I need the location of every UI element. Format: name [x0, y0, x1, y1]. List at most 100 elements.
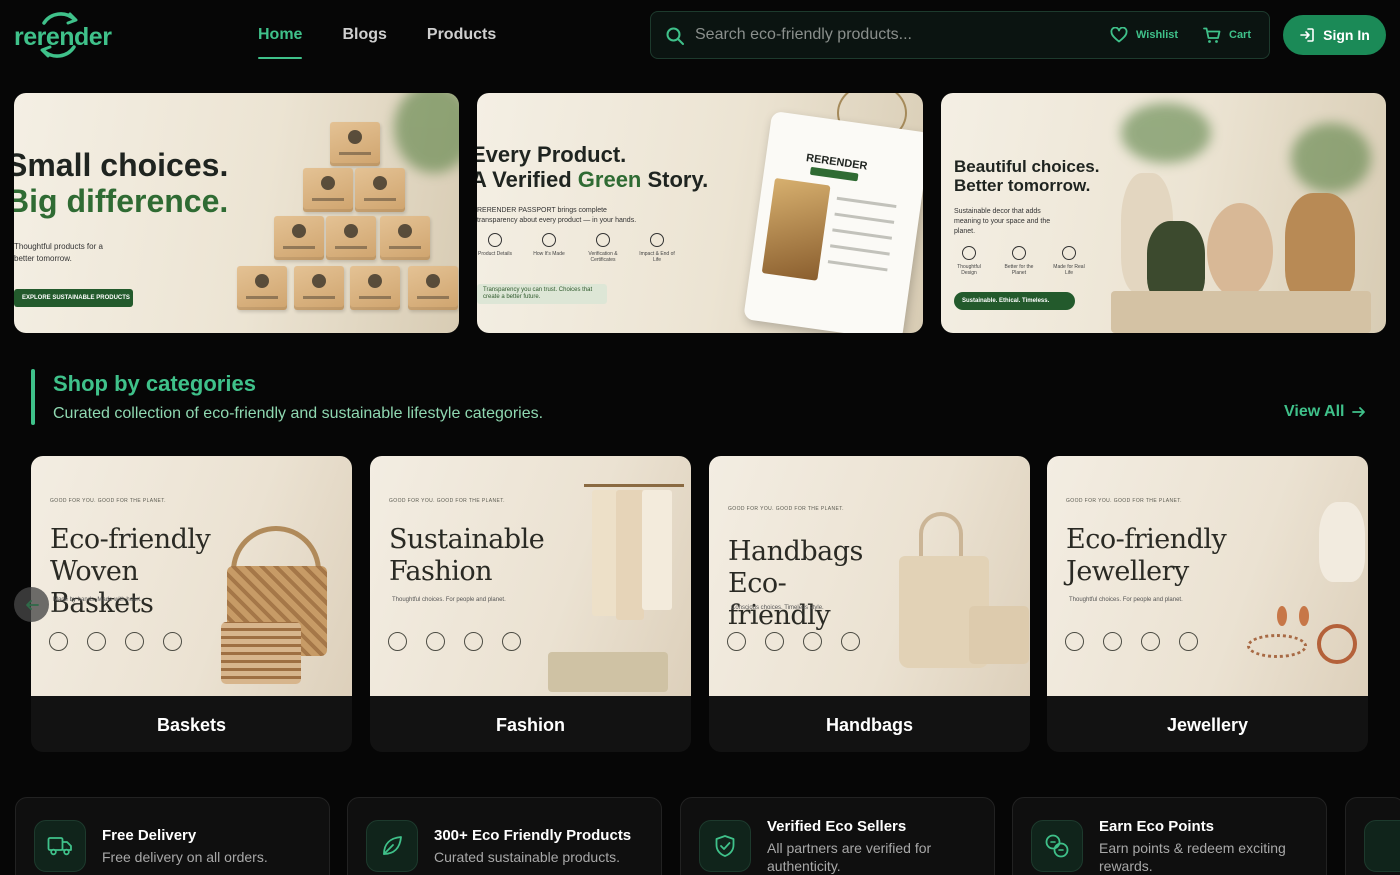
banner-2-icon-item: Verification & Certificates	[585, 233, 621, 263]
sign-in-button[interactable]: Sign In	[1283, 15, 1386, 55]
passport-tag-illustration: RERENDER	[743, 110, 923, 333]
feature-icon-wrapper	[366, 820, 418, 872]
feature-subtitle: Curated sustainable products.	[434, 849, 620, 865]
banner-3-subtitle: Sustainable decor that adds meaning to y…	[954, 208, 1051, 235]
category-label: Baskets	[156, 715, 227, 735]
arrow-right-icon	[1352, 407, 1366, 417]
category-image: GOOD FOR YOU. GOOD FOR THE PLANET. Handb…	[709, 456, 1030, 696]
banner-2-icon-item: Impact & End of Life	[639, 233, 675, 263]
search-input[interactable]	[695, 20, 1095, 50]
category-label: Jewellery	[1166, 715, 1249, 735]
category-card-fashion[interactable]: GOOD FOR YOU. GOOD FOR THE PLANET. Susta…	[370, 456, 691, 752]
banner-3-icon-item: Thoughtful Design	[951, 246, 987, 276]
feature-card-free-delivery: Free Delivery Free delivery on all order…	[15, 797, 330, 875]
foliage-decoration	[394, 93, 459, 173]
banner-3-icon-item: Better for the Planet	[1001, 246, 1037, 276]
category-image: GOOD FOR YOU. GOOD FOR THE PLANET. Susta…	[370, 456, 691, 696]
category-tagline: GOOD FOR YOU. GOOD FOR THE PLANET.	[1066, 498, 1182, 504]
hero-banner-small-choices[interactable]: Small choices. Big difference. Thoughtfu…	[14, 93, 459, 333]
wishlist-button[interactable]: Wishlist	[1110, 12, 1178, 58]
vase	[1319, 502, 1365, 582]
feature-title: Earn Eco Points	[1099, 818, 1215, 835]
banner-2-tagline: Transparency you can trust. Choices that…	[477, 284, 607, 304]
category-tagline: GOOD FOR YOU. GOOD FOR THE PLANET.	[389, 498, 505, 504]
section-title: Shop by categories	[53, 371, 256, 396]
feature-icon-wrapper	[1031, 820, 1083, 872]
banner-2-icon-item: Product Details	[477, 233, 513, 263]
category-description: Thoughtful choices. For people and plane…	[392, 597, 506, 603]
coins-icon	[1045, 834, 1069, 858]
category-feature-icons	[49, 632, 182, 651]
category-feature-icons	[388, 632, 521, 651]
category-label: Handbags	[825, 715, 913, 735]
cart-label: Cart	[1229, 29, 1252, 41]
category-description: Thoughtful choices. For people and plane…	[1069, 597, 1183, 603]
feature-subtitle: Earn points & redeem exciting rewards.	[1099, 840, 1286, 874]
section-accent-bar	[31, 369, 35, 425]
main-nav: Home Blogs Products	[258, 0, 496, 70]
banner-3-feature-icons: Thoughtful Design Better for the Planet …	[951, 246, 1087, 276]
banner-2-feature-icons: Product Details How It's Made Verificati…	[477, 233, 675, 263]
category-heading: Eco-friendly Jewellery	[1066, 524, 1227, 587]
brand-name: rerender	[14, 23, 112, 51]
category-heading: Handbags Eco-friendly	[728, 536, 863, 631]
category-card-handbags[interactable]: GOOD FOR YOU. GOOD FOR THE PLANET. Handb…	[709, 456, 1030, 752]
clothes-rail	[584, 484, 684, 487]
wishlist-label: Wishlist	[1136, 29, 1179, 41]
nav-home[interactable]: Home	[258, 0, 303, 70]
banner-2-icon-item: How It's Made	[531, 233, 567, 263]
hero-banner-verified-green-story[interactable]: Every Product. A Verified Green Story. R…	[477, 93, 923, 333]
folded-clothes	[548, 652, 668, 692]
login-icon	[1300, 28, 1314, 42]
category-card-baskets[interactable]: GOOD FOR YOU. GOOD FOR THE PLANET. Eco-f…	[31, 456, 352, 752]
nav-products[interactable]: Products	[427, 0, 496, 70]
feature-title: Free Delivery	[102, 827, 197, 844]
search-bar: Wishlist Cart	[650, 11, 1270, 59]
category-heading: Sustainable Fashion	[389, 524, 545, 587]
arrow-left-icon	[25, 599, 39, 610]
feature-title: Verified Eco Sellers	[767, 818, 907, 835]
banner-2-headline: Every Product.	[477, 142, 627, 167]
category-description: Conscious choices. Timeless style.	[731, 605, 824, 611]
sign-in-label: Sign In	[1323, 27, 1370, 43]
view-all-label: View All	[1284, 403, 1345, 420]
category-label: Fashion	[495, 715, 565, 735]
cart-icon	[1203, 27, 1221, 43]
category-tagline: GOOD FOR YOU. GOOD FOR THE PLANET.	[50, 498, 166, 504]
feature-card-partial	[1345, 797, 1400, 875]
feature-icon-wrapper	[699, 820, 751, 872]
bracelet	[1247, 634, 1307, 658]
banner-1-headline: Small choices.	[14, 147, 229, 183]
hero-banner-beautiful-choices[interactable]: Beautiful choices. Better tomorrow. Susta…	[941, 93, 1386, 333]
category-feature-icons	[1065, 632, 1198, 651]
banner-3-headline: Beautiful choices. Better tomorrow.	[954, 157, 1100, 195]
category-heading: Eco-friendly Woven Baskets	[50, 524, 211, 619]
feature-title: 300+ Eco Friendly Products	[434, 827, 632, 844]
category-tagline: GOOD FOR YOU. GOOD FOR THE PLANET.	[728, 506, 844, 512]
shield-check-icon	[715, 835, 735, 857]
pendant	[1317, 624, 1357, 664]
banner-3-cta[interactable]: Sustainable. Ethical. Timeless.	[954, 292, 1075, 310]
carousel-prev-button[interactable]	[14, 587, 49, 622]
feature-subtitle: All partners are verified for authentici…	[767, 840, 932, 874]
banner-1-subtitle: Thoughtful products for a better tomorro…	[14, 242, 103, 263]
category-description: Made by hands. Made with heart.	[53, 597, 142, 603]
view-all-link[interactable]: View All	[1284, 403, 1366, 421]
cart-button[interactable]: Cart	[1203, 12, 1251, 58]
brand-logo[interactable]: rerender	[14, 9, 112, 61]
heart-icon	[1110, 27, 1128, 43]
category-image: GOOD FOR YOU. GOOD FOR THE PLANET. Eco-f…	[31, 456, 352, 696]
banner-1-cta[interactable]: EXPLORE SUSTAINABLE PRODUCTS	[14, 289, 133, 307]
category-feature-icons	[727, 632, 860, 651]
banner-1-headline-green: Big difference.	[14, 183, 229, 219]
feature-card-eco-points: Earn Eco Points Earn points & redeem exc…	[1012, 797, 1327, 875]
nav-blogs[interactable]: Blogs	[342, 0, 386, 70]
category-card-jewellery[interactable]: GOOD FOR YOU. GOOD FOR THE PLANET. Eco-f…	[1047, 456, 1368, 752]
banner-2-headline-line2: A Verified Green Story.	[477, 167, 709, 192]
leaf-icon	[383, 836, 402, 855]
category-image: GOOD FOR YOU. GOOD FOR THE PLANET. Eco-f…	[1047, 456, 1368, 696]
feature-icon-wrapper	[1364, 820, 1400, 872]
section-subtitle: Curated collection of eco-friendly and s…	[53, 405, 544, 422]
top-header: rerender Home Blogs Products Wishlist Ca…	[0, 0, 1400, 70]
truck-icon	[47, 837, 72, 856]
